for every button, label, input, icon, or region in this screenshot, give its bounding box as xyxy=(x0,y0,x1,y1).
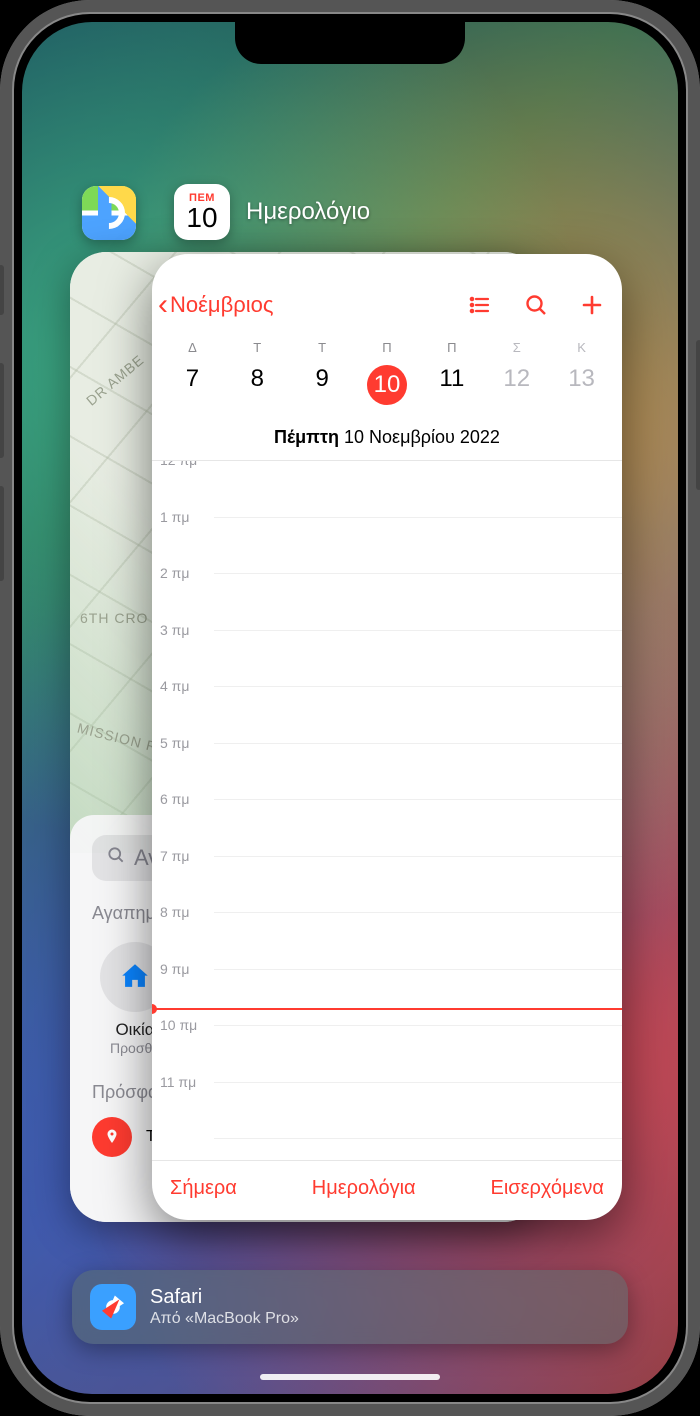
hour-label: 5 πμ xyxy=(160,735,189,751)
calendar-back-button[interactable]: ‹ Νοέμβριος xyxy=(158,288,274,322)
hour-label: 10 πμ xyxy=(160,1017,197,1033)
hour-row[interactable]: 5 πμ xyxy=(214,744,622,801)
weekday-label: Σ xyxy=(484,340,549,355)
handoff-banner[interactable]: Safari Από «MacBook Pro» xyxy=(72,1270,628,1344)
calendar-day-row: 78910111213 xyxy=(152,355,622,421)
today-button[interactable]: Σήμερα xyxy=(170,1177,237,1200)
weekday-label: Π xyxy=(355,340,420,355)
calendar-app-icon[interactable]: ΠΕΜ 10 xyxy=(174,184,230,240)
app-card-calendar[interactable]: ‹ Νοέμβριος ΔΤ xyxy=(152,254,622,1220)
map-street-label: DR AMBE xyxy=(83,351,147,408)
phone-frame: DR AMBE 6TH CRO MISSION ROA Αναζ Αγαπημέ xyxy=(0,0,700,1416)
calendar-icon-day: 10 xyxy=(186,204,217,232)
hour-label: 12 πμ xyxy=(160,460,197,468)
calendar-back-label: Νοέμβριος xyxy=(170,292,274,318)
weekday-label: Δ xyxy=(160,340,225,355)
calendar-weekday-row: ΔΤΤΠΠΣΚ xyxy=(152,340,622,355)
hour-row[interactable]: 6 πμ xyxy=(214,800,622,857)
hour-row[interactable]: 9 πμ xyxy=(214,970,622,1027)
hour-label: 1 πμ xyxy=(160,509,189,525)
hour-row[interactable]: 7 πμ xyxy=(214,857,622,914)
handoff-source: Από «MacBook Pro» xyxy=(150,1309,299,1328)
calendar-nav-bar: ‹ Νοέμβριος xyxy=(152,254,622,330)
chevron-left-icon: ‹ xyxy=(158,288,168,322)
calendar-card-header: ΠΕΜ 10 Ημερολόγιο xyxy=(174,184,370,240)
weekday-label: Π xyxy=(419,340,484,355)
hour-label: 8 πμ xyxy=(160,904,189,920)
hour-row[interactable]: 3 πμ xyxy=(214,631,622,688)
maps-icon-art xyxy=(82,186,136,240)
hour-label: 9 πμ xyxy=(160,961,189,977)
inbox-button[interactable]: Εισερχόμενα xyxy=(490,1177,604,1200)
notch xyxy=(235,22,465,64)
hour-label: 6 πμ xyxy=(160,791,189,807)
day-number[interactable]: 7 xyxy=(160,359,225,411)
weekday-label: Κ xyxy=(549,340,614,355)
hour-row[interactable]: 12 πμ xyxy=(214,461,622,518)
hour-row[interactable]: 1 πμ xyxy=(214,518,622,575)
list-view-button[interactable] xyxy=(468,293,492,317)
hour-row[interactable]: 2 πμ xyxy=(214,574,622,631)
hour-label: 4 πμ xyxy=(160,678,189,694)
weekday-label: Τ xyxy=(290,340,355,355)
day-number[interactable]: 13 xyxy=(549,359,614,411)
search-button[interactable] xyxy=(524,293,548,317)
add-event-button[interactable] xyxy=(580,293,604,317)
calendar-app-title: Ημερολόγιο xyxy=(246,198,370,226)
hour-label: 11 πμ xyxy=(160,1074,196,1090)
maps-app-icon[interactable] xyxy=(82,186,136,240)
day-number[interactable]: 12 xyxy=(484,359,549,411)
hour-row[interactable]: 10 πμ xyxy=(214,1026,622,1083)
calendars-button[interactable]: Ημερολόγια xyxy=(312,1177,416,1200)
app-switcher: DR AMBE 6TH CRO MISSION ROA Αναζ Αγαπημέ xyxy=(22,22,678,1394)
day-number[interactable]: 8 xyxy=(225,359,290,411)
screen: DR AMBE 6TH CRO MISSION ROA Αναζ Αγαπημέ xyxy=(22,22,678,1394)
side-buttons-left xyxy=(0,265,4,609)
calendar-date-weekday: Πέμπτη xyxy=(274,427,339,447)
hour-row[interactable]: 8 πμ xyxy=(214,913,622,970)
side-button-right xyxy=(696,340,700,490)
hour-label: 7 πμ xyxy=(160,848,189,864)
home-indicator[interactable] xyxy=(260,1374,440,1380)
now-indicator-line xyxy=(152,1008,622,1010)
hour-label: 3 πμ xyxy=(160,622,189,638)
calendar-hour-grid[interactable]: 12 πμ1 πμ2 πμ3 πμ4 πμ5 πμ6 πμ7 πμ8 πμ9 π… xyxy=(152,460,622,1160)
handoff-app-name: Safari xyxy=(150,1285,299,1309)
calendar-current-date: Πέμπτη 10 Νοεμβρίου 2022 xyxy=(152,421,622,460)
hour-row[interactable]: 11 πμ xyxy=(214,1083,622,1140)
day-number[interactable]: 9 xyxy=(290,359,355,411)
day-number[interactable]: 11 xyxy=(419,359,484,411)
safari-icon xyxy=(90,1284,136,1330)
pin-icon xyxy=(92,1117,132,1157)
map-street-label: 6TH CRO xyxy=(80,610,148,626)
hour-row[interactable]: 4 πμ xyxy=(214,687,622,744)
weekday-label: Τ xyxy=(225,340,290,355)
calendar-toolbar: Σήμερα Ημερολόγια Εισερχόμενα xyxy=(152,1160,622,1220)
calendar-date-rest: 10 Νοεμβρίου 2022 xyxy=(344,427,500,447)
search-icon xyxy=(106,845,126,871)
hour-label: 2 πμ xyxy=(160,565,189,581)
day-number[interactable]: 10 xyxy=(355,359,420,411)
